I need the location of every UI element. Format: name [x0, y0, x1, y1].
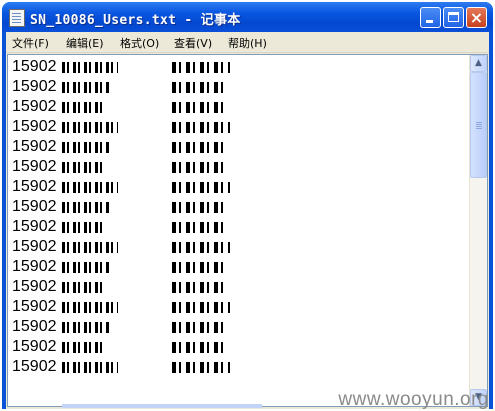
line-text: 15902	[12, 138, 57, 155]
redacted-phone-segment	[62, 342, 106, 353]
maximize-icon	[448, 12, 459, 22]
redacted-password-segment	[172, 122, 230, 133]
menu-bar: 文件(F) 编辑(E) 格式(O) 查看(V) 帮助(H)	[6, 32, 489, 53]
redacted-password-segment	[172, 322, 226, 333]
maximize-button[interactable]	[443, 7, 464, 28]
redacted-phone-segment	[62, 122, 118, 133]
line-text: 15902	[12, 78, 57, 95]
redacted-phone-segment	[62, 282, 106, 293]
redacted-password-segment	[172, 362, 230, 373]
watermark: www.wooyun.org	[338, 389, 489, 410]
scroll-thumb[interactable]	[470, 72, 487, 178]
redacted-phone-segment	[62, 162, 106, 173]
redacted-password-segment	[172, 242, 230, 253]
redacted-password-segment	[172, 102, 226, 113]
redacted-password-segment	[172, 62, 230, 73]
vertical-scrollbar[interactable]: ▲ ▼	[469, 55, 487, 406]
menu-edit[interactable]: 编辑(E)	[66, 35, 104, 51]
redacted-phone-segment	[62, 182, 118, 193]
grip-line	[476, 122, 482, 123]
redacted-password-segment	[172, 282, 226, 293]
up-arrow-icon: ▲	[475, 58, 482, 68]
line-text: 15902	[12, 178, 57, 195]
notepad-window: SN_10086_Users.txt - 记事本 × 文件(F) 编辑(E) 格…	[2, 2, 493, 409]
title-bar[interactable]: SN_10086_Users.txt - 记事本 ×	[2, 2, 493, 32]
grip-line	[476, 128, 482, 129]
redacted-phone-segment	[62, 142, 110, 153]
redacted-phone-segment	[62, 82, 110, 93]
line-text: 15902	[12, 318, 57, 335]
redacted-phone-segment	[62, 302, 118, 313]
redacted-phone-segment	[62, 362, 118, 373]
grip-line	[476, 124, 482, 125]
horizontal-scrollbar[interactable]	[62, 404, 262, 408]
redacted-password-segment	[172, 342, 226, 353]
menu-view[interactable]: 查看(V)	[174, 35, 212, 51]
menu-format[interactable]: 格式(O)	[120, 35, 159, 51]
redacted-password-segment	[172, 262, 226, 273]
line-text: 15902	[12, 238, 57, 255]
redacted-phone-segment	[62, 262, 110, 273]
line-text: 15902	[12, 278, 57, 295]
line-text: 15902	[12, 158, 57, 175]
line-text: 15902	[12, 258, 57, 275]
scroll-up-button[interactable]: ▲	[470, 55, 487, 72]
redacted-password-segment	[172, 182, 230, 193]
close-button[interactable]: ×	[466, 7, 487, 28]
window-title: SN_10086_Users.txt - 记事本	[30, 13, 241, 28]
redacted-password-segment	[172, 142, 226, 153]
menu-help[interactable]: 帮助(H)	[228, 35, 267, 51]
line-text: 15902	[12, 98, 57, 115]
redacted-phone-segment	[62, 102, 106, 113]
redacted-password-segment	[172, 162, 226, 173]
redacted-phone-segment	[62, 242, 118, 253]
grip-line	[476, 126, 482, 127]
minimize-icon	[426, 20, 433, 23]
redacted-password-segment	[172, 202, 226, 213]
redacted-password-segment	[172, 222, 226, 233]
line-text: 15902	[12, 198, 57, 215]
redacted-password-segment	[172, 302, 230, 313]
redacted-phone-segment	[62, 222, 106, 233]
text-editor-area[interactable]: 15902 15902 15902 15902 15902 15902 15902 15902…	[7, 54, 488, 407]
menu-file[interactable]: 文件(F)	[12, 35, 49, 51]
line-text: 15902	[12, 358, 57, 375]
line-text: 15902	[12, 218, 57, 235]
line-text: 15902	[12, 118, 57, 135]
redacted-phone-segment	[62, 322, 110, 333]
redacted-phone-segment	[62, 202, 110, 213]
line-text: 15902	[12, 58, 57, 75]
window-frame: 文件(F) 编辑(E) 格式(O) 查看(V) 帮助(H) 15902 15902…	[6, 32, 489, 409]
line-text: 15902	[12, 338, 57, 355]
redacted-phone-segment	[62, 62, 118, 73]
redacted-password-segment	[172, 82, 226, 93]
close-icon: ×	[469, 8, 484, 27]
line-text: 15902	[12, 298, 57, 315]
minimize-button[interactable]	[420, 7, 441, 28]
notepad-icon[interactable]	[9, 9, 25, 27]
